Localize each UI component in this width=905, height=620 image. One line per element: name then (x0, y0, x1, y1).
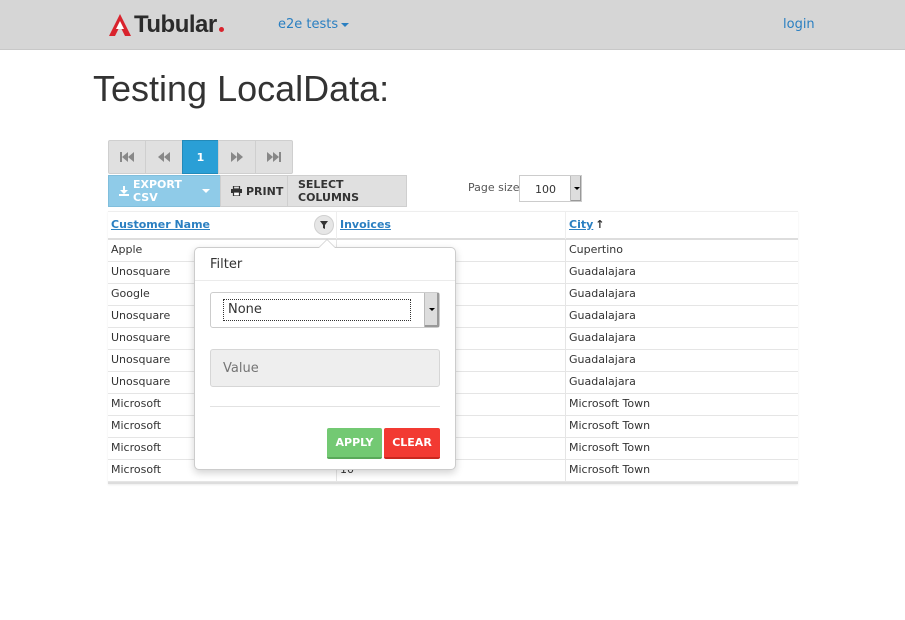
previous-page-button[interactable] (145, 140, 183, 174)
table-cell: Guadalajara (569, 309, 636, 322)
printer-icon (231, 186, 242, 196)
filter-value-input[interactable] (210, 349, 440, 387)
column-header-customer-name[interactable]: Customer Name (108, 212, 337, 239)
next-page-button[interactable] (218, 140, 256, 174)
popover-arrow (318, 239, 336, 248)
previous-page-icon (158, 152, 170, 162)
filter-operator-value: None (223, 299, 411, 321)
brand-logo[interactable]: Tubular (108, 11, 224, 39)
last-page-icon (267, 152, 281, 162)
export-csv-button[interactable]: EXPORT CSV (108, 175, 221, 207)
filter-popover: Filter None APPLY CLEAR (194, 239, 456, 470)
export-csv-label: EXPORT CSV (133, 178, 182, 204)
column-header-label: City (569, 218, 594, 231)
print-button[interactable]: PRINT (220, 175, 288, 207)
select-arrow-icon (424, 293, 439, 327)
page-title: Testing LocalData: (93, 68, 390, 109)
next-page-icon (231, 152, 243, 162)
column-header-label: Customer Name (111, 218, 210, 231)
login-link[interactable]: login (783, 17, 815, 32)
column-header-invoices[interactable]: Invoices (337, 212, 566, 239)
caret-down-icon (341, 22, 350, 27)
first-page-icon (120, 152, 134, 162)
divider (210, 406, 440, 407)
print-label: PRINT (246, 184, 284, 198)
column-header-city[interactable]: City ↑ (566, 212, 798, 239)
download-icon (119, 186, 129, 196)
last-page-button[interactable] (255, 140, 293, 174)
clear-button[interactable]: CLEAR (384, 428, 440, 459)
table-cell: Microsoft Town (569, 441, 651, 454)
sort-ascending-icon: ↑ (595, 218, 605, 231)
table-cell: Guadalajara (569, 353, 636, 366)
brand-dot-icon (218, 26, 224, 32)
page-size-value: 100 (535, 183, 556, 196)
e2e-tests-label: e2e tests (278, 17, 339, 32)
column-header-label: Invoices (340, 218, 391, 231)
brand-name: Tubular (134, 11, 217, 38)
table-header: Customer Name Invoices City ↑ (108, 211, 798, 240)
tubular-logo-icon (109, 14, 131, 36)
pagination: 1 (108, 140, 293, 174)
table-cell: Guadalajara (569, 287, 636, 300)
first-page-button[interactable] (108, 140, 146, 174)
current-page-button[interactable]: 1 (182, 140, 219, 174)
table-cell: Guadalajara (569, 375, 636, 388)
table-cell: Microsoft Town (569, 419, 651, 432)
grid-toolbar: EXPORT CSV PRINT SELECT COLUMNS (108, 175, 407, 207)
caret-down-icon (202, 189, 210, 193)
table-cell: Guadalajara (569, 331, 636, 344)
page-size-label: Page size: (468, 181, 524, 194)
table-cell: Microsoft Town (569, 397, 651, 410)
filter-operator-select[interactable]: None (210, 292, 440, 328)
table-cell: Microsoft Town (569, 463, 651, 476)
top-navbar: Tubular e2e tests login (0, 0, 905, 50)
filter-icon[interactable] (314, 215, 334, 235)
select-arrow-icon (570, 176, 581, 201)
apply-button[interactable]: APPLY (327, 428, 382, 459)
page-size-select[interactable]: 100 (519, 175, 582, 202)
e2e-tests-dropdown[interactable]: e2e tests (278, 17, 350, 32)
table-cell: Cupertino (569, 243, 623, 256)
popover-title: Filter (195, 248, 455, 281)
select-columns-button[interactable]: SELECT COLUMNS (287, 175, 407, 207)
table-cell: Guadalajara (569, 265, 636, 278)
